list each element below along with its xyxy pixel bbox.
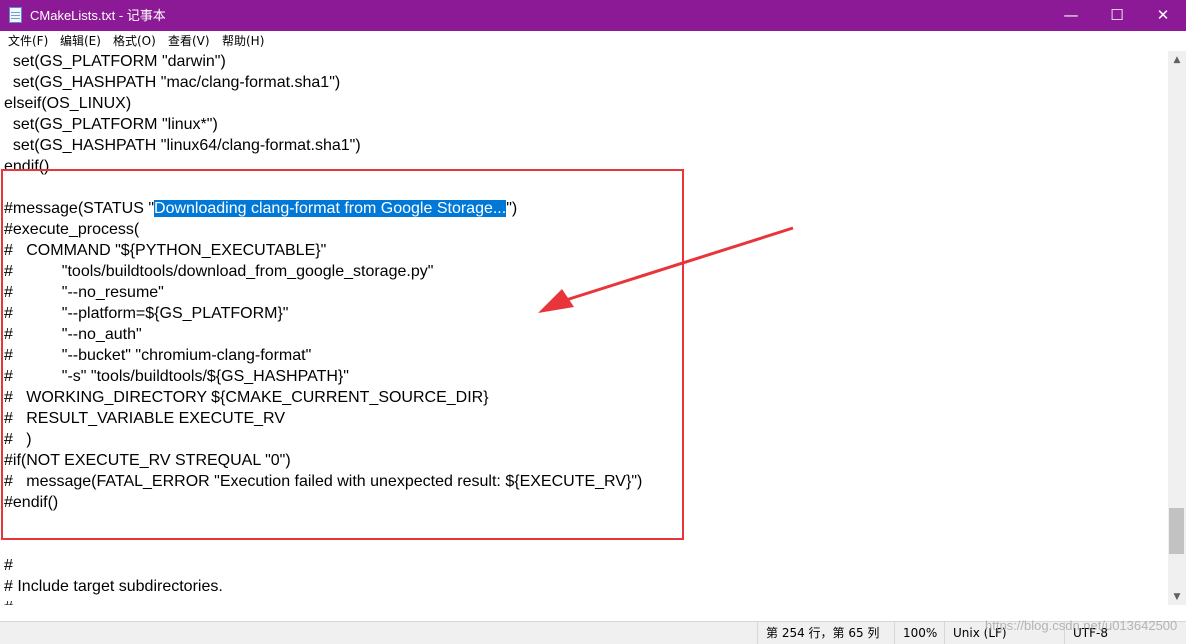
code-line: elseif(OS_LINUX) xyxy=(4,95,132,112)
close-button[interactable]: ✕ xyxy=(1140,0,1186,31)
zoom-level: 100% xyxy=(894,622,937,644)
maximize-icon: ☐ xyxy=(1110,6,1124,24)
code-line: set(GS_PLATFORM "linux*") xyxy=(4,116,218,133)
menu-format[interactable]: 格式(O) xyxy=(113,33,156,49)
scrollbar-thumb[interactable] xyxy=(1169,508,1184,554)
menu-file[interactable]: 文件(F) xyxy=(8,33,48,49)
notepad-icon xyxy=(9,7,22,23)
scroll-up-arrow-icon[interactable]: ▲ xyxy=(1168,55,1186,65)
code-line: # xyxy=(4,597,13,605)
window-title: CMakeLists.txt - 记事本 xyxy=(30,8,166,23)
code-line: set(GS_PLATFORM "darwin") xyxy=(4,53,226,70)
annotation-highlight-box xyxy=(1,169,684,540)
minimize-button[interactable]: — xyxy=(1048,0,1094,31)
cursor-position: 第 254 行，第 65 列 xyxy=(757,622,879,644)
watermark: https://blog.csdn.net/u013642500 xyxy=(985,618,1178,633)
minimize-icon: — xyxy=(1063,6,1079,24)
menu-view[interactable]: 查看(V) xyxy=(168,33,210,49)
code-line: # xyxy=(4,557,13,574)
code-line: # Include target subdirectories. xyxy=(4,578,223,595)
code-line: set(GS_HASHPATH "linux64/clang-format.sh… xyxy=(4,137,361,154)
maximize-button[interactable]: ☐ xyxy=(1094,0,1140,31)
title-bar: CMakeLists.txt - 记事本 — ☐ ✕ xyxy=(0,0,1186,31)
menu-help[interactable]: 帮助(H) xyxy=(222,33,264,49)
menu-edit[interactable]: 编辑(E) xyxy=(60,33,101,49)
close-icon: ✕ xyxy=(1156,6,1170,24)
scroll-down-arrow-icon[interactable]: ▼ xyxy=(1168,592,1186,602)
menu-bar: 文件(F) 编辑(E) 格式(O) 查看(V) 帮助(H) xyxy=(0,31,1186,51)
code-line: set(GS_HASHPATH "mac/clang-format.sha1") xyxy=(4,74,341,91)
